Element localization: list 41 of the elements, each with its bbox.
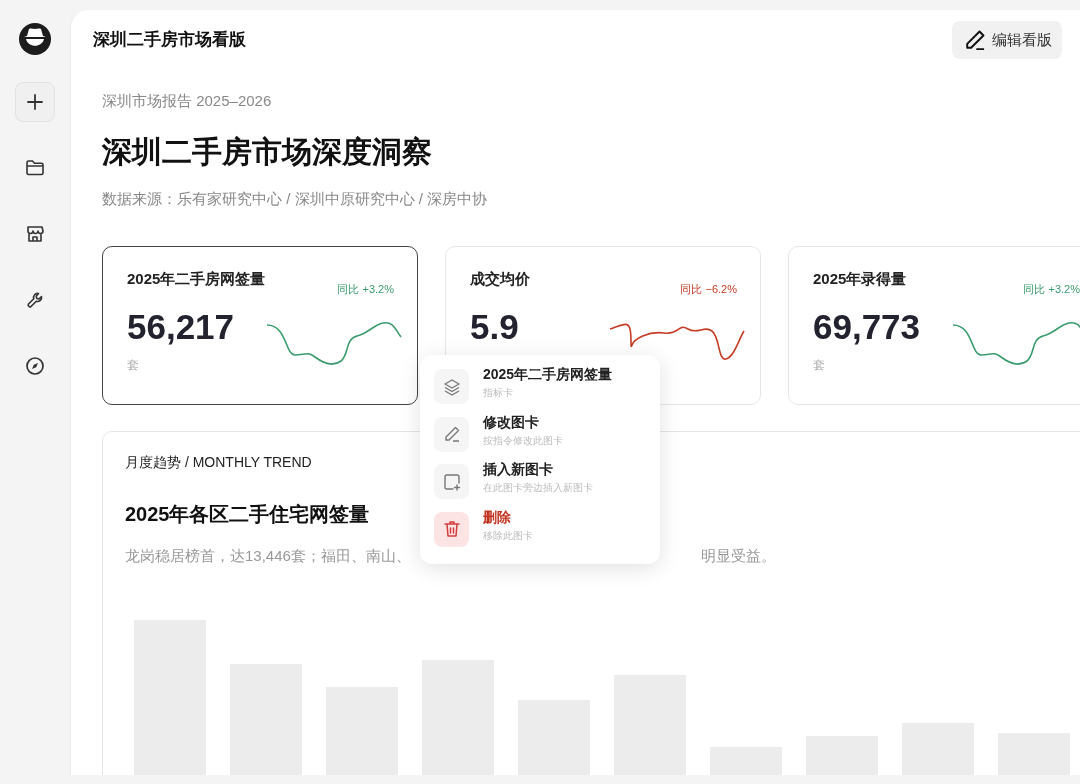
metric-value: 56,217 bbox=[127, 309, 236, 344]
change-text: 同比 −6.2% bbox=[680, 282, 737, 297]
metric-card[interactable]: 2025年录得量 同比 +3.2% 69,773 套 bbox=[788, 246, 1080, 405]
edit-button[interactable]: 编辑看版 bbox=[952, 21, 1062, 59]
unit-text: 套 bbox=[813, 357, 826, 374]
chart-eyebrow: 月度趋势 / MONTHLY TREND bbox=[125, 453, 312, 472]
report-title: 深圳二手房市场深度洞察 bbox=[102, 133, 433, 170]
metric-title: 成交均价 bbox=[470, 269, 530, 289]
wrench-icon bbox=[26, 291, 44, 309]
item-title: 2025年二手房网签量 bbox=[483, 365, 613, 383]
item-subtitle: 在此图卡旁边插入新图卡 bbox=[483, 481, 593, 495]
folder-icon bbox=[25, 158, 45, 178]
item-title: 修改图卡 bbox=[483, 412, 540, 431]
trash-icon bbox=[441, 519, 462, 539]
chart-title: 2025年各区二手住宅网签量 bbox=[125, 502, 370, 527]
store-icon bbox=[25, 224, 45, 244]
logo-icon bbox=[18, 22, 52, 56]
plus-icon bbox=[26, 93, 44, 111]
unit-text: 套 bbox=[127, 357, 140, 374]
item-title: 插入新图卡 bbox=[483, 460, 554, 478]
item-subtitle: 移除此图卡 bbox=[483, 528, 533, 543]
metric-value: 5.9 bbox=[470, 309, 520, 344]
metric-value: 69,773 bbox=[813, 309, 922, 344]
sidebar-button[interactable] bbox=[15, 82, 55, 122]
metric-title: 2025年二手房网签量 bbox=[127, 269, 266, 289]
metric-title: 2025年录得量 bbox=[813, 269, 907, 289]
description-text: 龙岗稳居榜首，达13,446套；福田、南山、 bbox=[125, 546, 411, 566]
item-subtitle: 指标卡 bbox=[483, 386, 514, 400]
change-text: 同比 +3.2% bbox=[337, 282, 394, 297]
menu-item[interactable]: 删除 移除此图卡 bbox=[434, 507, 646, 554]
dashboard-title: 深圳二手房市场看版 bbox=[93, 29, 246, 52]
menu-item[interactable]: 修改图卡 按指令修改此图卡 bbox=[434, 412, 646, 459]
report-eyebrow: 深圳市场报告 2025–2026 bbox=[102, 91, 273, 111]
menu-item[interactable]: 插入新图卡 在此图卡旁边插入新图卡 bbox=[434, 460, 646, 507]
item-subtitle: 按指令修改此图卡 bbox=[483, 433, 563, 448]
source-text: 数据来源：乐有家研究中心 / 深圳中原研究中心 / 深房中协 bbox=[102, 188, 488, 209]
compass-icon bbox=[25, 356, 45, 376]
metric-card[interactable]: 2025年二手房网签量 同比 +3.2% 56,217 套 bbox=[102, 246, 418, 405]
description-text: 明显受益。 bbox=[700, 546, 776, 566]
change-text: 同比 +3.2% bbox=[1023, 282, 1080, 297]
item-title: 删除 bbox=[483, 507, 512, 526]
